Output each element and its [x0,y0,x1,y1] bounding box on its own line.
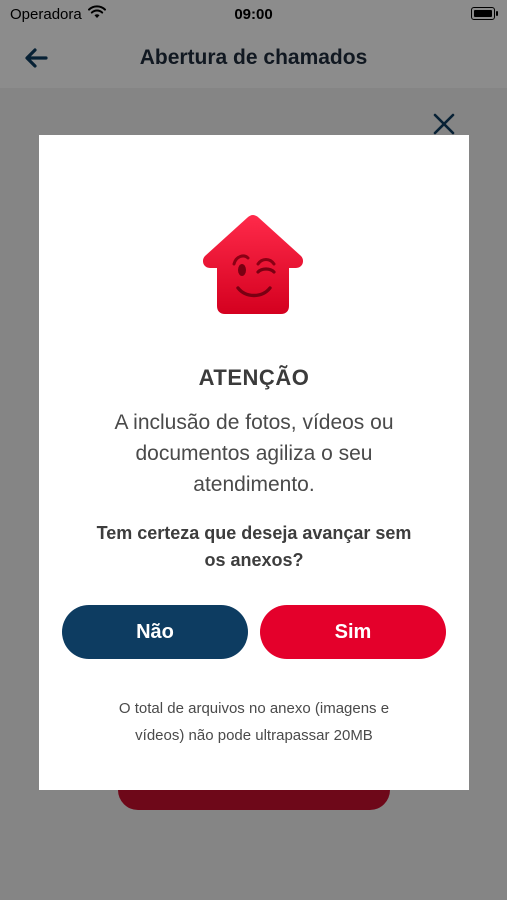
dialog-question-line: os anexos? [204,550,304,570]
dialog-question: Tem certeza que deseja avançar sem os an… [79,520,429,574]
dialog-message-line: documentos agiliza o seu [135,442,373,465]
winking-house-icon [202,215,304,314]
dialog-message-line: A inclusão de fotos, vídeos ou [114,411,394,434]
note-line: vídeos) não pode ultrapassar 20MB [135,727,373,744]
dialog-question-line: Tem certeza que deseja avançar sem [96,523,412,543]
attachment-size-note: O total de arquivos no anexo (imagens e … [79,695,429,749]
note-line: O total de arquivos no anexo (imagens e [118,700,390,717]
dialog-message: A inclusão de fotos, vídeos ou documento… [79,407,429,500]
yes-button[interactable]: Sim [260,605,446,659]
dialog-title: ATENÇÃO [198,365,310,390]
dialog-message-line: atendimento. [193,473,315,496]
no-button[interactable]: Não [62,605,248,659]
